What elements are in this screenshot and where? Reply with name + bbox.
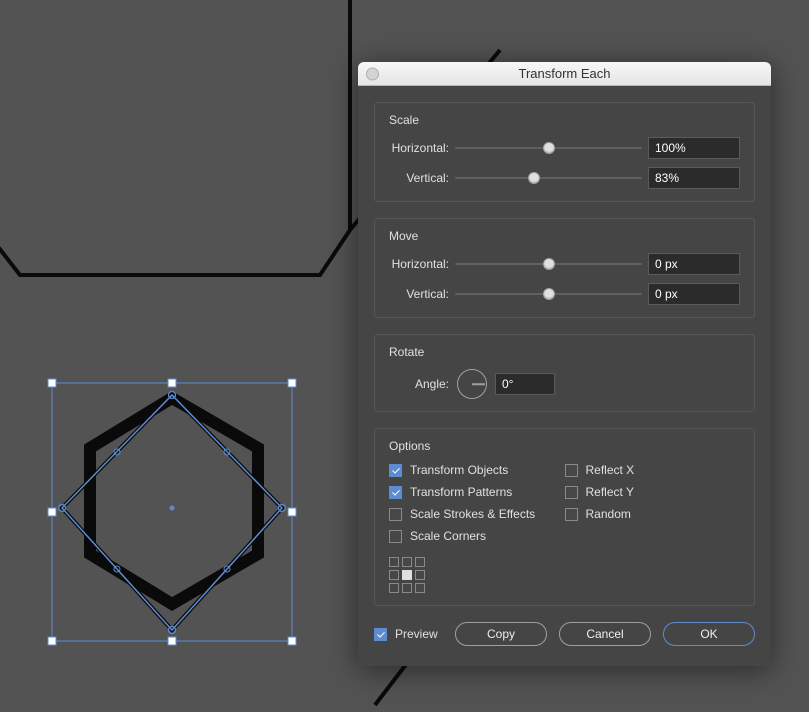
scale-vertical-slider[interactable]	[455, 171, 642, 185]
option-scale-strokes-effects[interactable]: Scale Strokes & Effects	[389, 507, 565, 521]
checkbox-icon	[389, 464, 402, 477]
option-transform-objects[interactable]: Transform Objects	[389, 463, 565, 477]
move-horizontal-input[interactable]	[648, 253, 740, 275]
option-random[interactable]: Random	[565, 507, 741, 521]
checkbox-icon	[389, 486, 402, 499]
options-title: Options	[389, 439, 740, 453]
option-label: Scale Corners	[410, 529, 486, 543]
checkbox-icon	[565, 486, 578, 499]
move-title: Move	[389, 229, 740, 243]
option-label: Scale Strokes & Effects	[410, 507, 535, 521]
scale-vertical-input[interactable]	[648, 167, 740, 189]
checkbox-icon	[389, 530, 402, 543]
move-horizontal-label: Horizontal:	[389, 257, 449, 271]
scale-title: Scale	[389, 113, 740, 127]
option-reflect-y[interactable]: Reflect Y	[565, 485, 741, 499]
preview-checkbox[interactable]: Preview	[374, 627, 438, 641]
scale-group: Scale Horizontal: Vertical:	[374, 102, 755, 202]
move-vertical-input[interactable]	[648, 283, 740, 305]
option-label: Reflect X	[586, 463, 635, 477]
move-vertical-label: Vertical:	[389, 287, 449, 301]
checkbox-icon	[389, 508, 402, 521]
anchor-dot-7[interactable]	[402, 583, 412, 593]
anchor-dot-4[interactable]	[402, 570, 412, 580]
option-reflect-x[interactable]: Reflect X	[565, 463, 741, 477]
option-transform-patterns[interactable]: Transform Patterns	[389, 485, 565, 499]
option-label: Transform Objects	[410, 463, 508, 477]
anchor-dot-3[interactable]	[389, 570, 399, 580]
angle-dial[interactable]	[457, 369, 487, 399]
anchor-dot-6[interactable]	[389, 583, 399, 593]
option-label: Transform Patterns	[410, 485, 512, 499]
option-label: Random	[586, 507, 631, 521]
ok-button[interactable]: OK	[663, 622, 755, 646]
anchor-point-selector[interactable]	[389, 557, 740, 593]
copy-button[interactable]: Copy	[455, 622, 547, 646]
angle-input[interactable]	[495, 373, 555, 395]
rotate-title: Rotate	[389, 345, 740, 359]
options-group: Options Transform Objects Reflect X Transf…	[374, 428, 755, 606]
dialog-title: Transform Each	[519, 66, 611, 81]
scale-horizontal-slider[interactable]	[455, 141, 642, 155]
scale-horizontal-input[interactable]	[648, 137, 740, 159]
rotate-angle-label: Angle:	[389, 377, 449, 391]
scale-vertical-label: Vertical:	[389, 171, 449, 185]
option-label: Reflect Y	[586, 485, 634, 499]
move-vertical-slider[interactable]	[455, 287, 642, 301]
anchor-dot-1[interactable]	[402, 557, 412, 567]
checkbox-icon	[565, 464, 578, 477]
scale-horizontal-label: Horizontal:	[389, 141, 449, 155]
titlebar[interactable]: Transform Each	[358, 62, 771, 86]
anchor-dot-2[interactable]	[415, 557, 425, 567]
option-scale-corners[interactable]: Scale Corners	[389, 529, 565, 543]
anchor-dot-8[interactable]	[415, 583, 425, 593]
move-group: Move Horizontal: Vertical:	[374, 218, 755, 318]
anchor-dot-5[interactable]	[415, 570, 425, 580]
checkbox-icon	[565, 508, 578, 521]
rotate-group: Rotate Angle:	[374, 334, 755, 412]
transform-each-dialog: Transform Each Scale Horizontal: Vertica…	[358, 62, 771, 666]
preview-label: Preview	[395, 627, 438, 641]
move-horizontal-slider[interactable]	[455, 257, 642, 271]
anchor-dot-0[interactable]	[389, 557, 399, 567]
cancel-button[interactable]: Cancel	[559, 622, 651, 646]
